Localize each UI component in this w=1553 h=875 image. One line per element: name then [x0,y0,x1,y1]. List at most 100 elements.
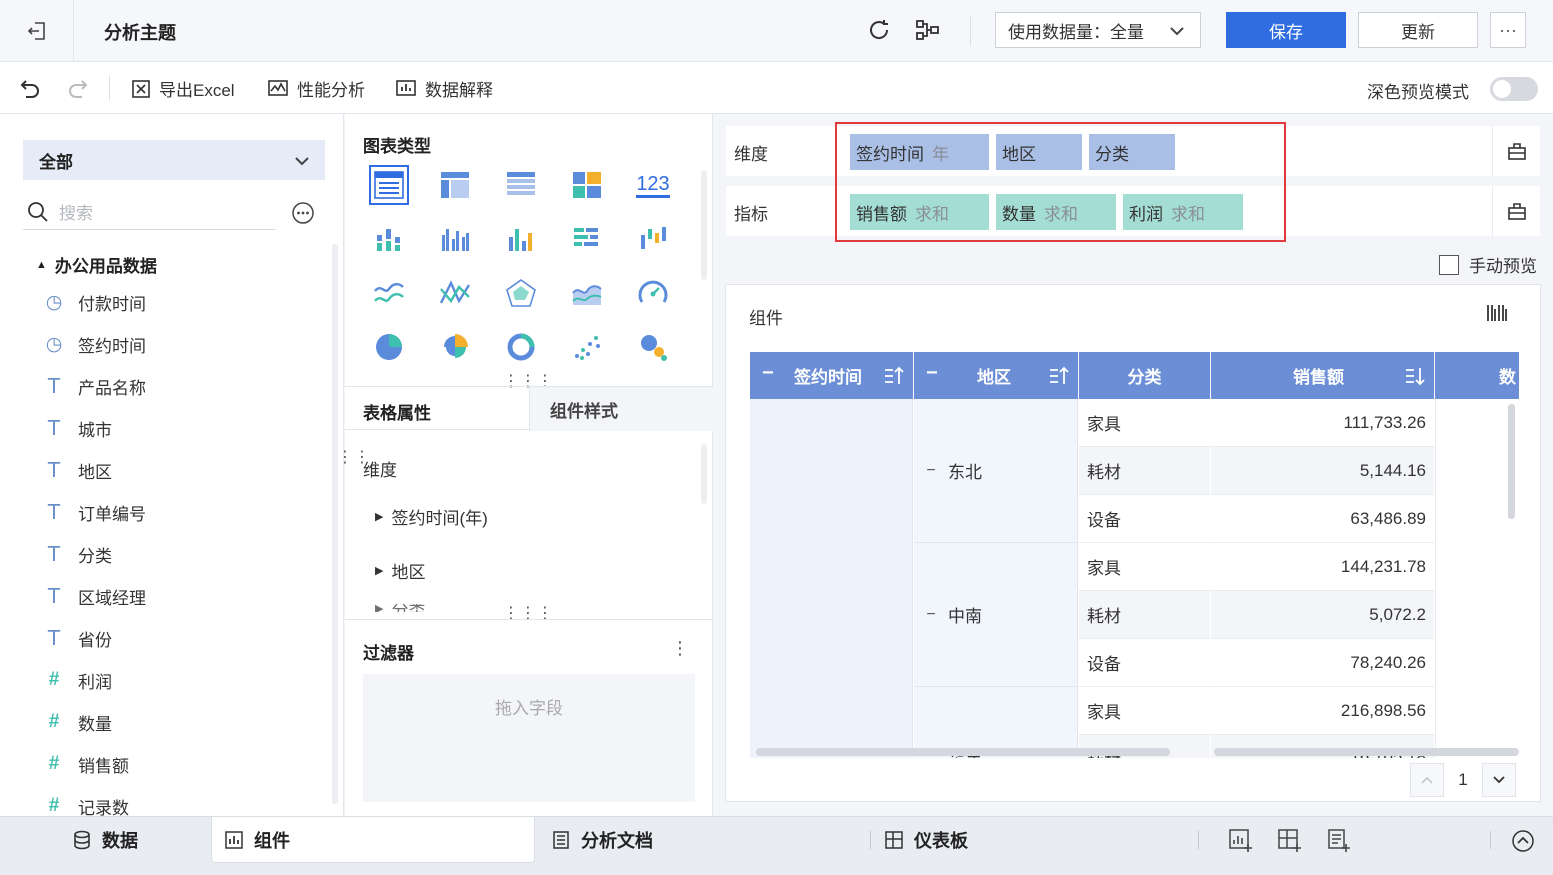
header-region[interactable]: − 地区 [914,352,1078,399]
sales-cell: 78,240.26 [1211,639,1434,687]
shelf-settings-icon [1507,143,1526,160]
add-document-icon[interactable] [1326,828,1352,859]
dimension-item[interactable]: ▶ 分类 [375,604,425,612]
detail-table-icon[interactable] [501,165,541,205]
sort-icon[interactable] [883,366,905,386]
horizontal-scrollbar[interactable] [756,748,1170,756]
save-button[interactable]: 保存 [1226,12,1346,48]
field-item[interactable]: # 利润 [44,665,112,695]
pivot-table-icon[interactable] [435,165,475,205]
gauge-chart-icon[interactable] [633,273,673,313]
field-item[interactable]: # 记录数 [44,791,129,816]
kpi-number-icon[interactable]: 123 [633,165,673,205]
header-sign-time[interactable]: − 签约时间 [750,352,913,399]
scrollbar[interactable] [332,244,338,804]
scrollbar[interactable] [701,444,707,504]
redo-button[interactable] [66,76,90,100]
sort-icon[interactable] [1404,366,1426,386]
drag-handle[interactable]: ⋮⋮⋮ [503,606,554,622]
filter-menu-icon[interactable]: ⋮ [671,638,689,659]
more-button[interactable]: ··· [1490,12,1526,48]
rose-chart-icon[interactable] [435,327,475,367]
region-cell[interactable]: − 中南 [914,543,1078,687]
metric-shelf-action[interactable] [1492,186,1540,236]
tab-dashboard[interactable]: 仪表板 [884,817,968,863]
tab-table-properties[interactable]: 表格属性 [363,399,431,424]
tab-analysis-doc[interactable]: 分析文档 [551,817,653,863]
horizontal-scrollbar[interactable] [1214,748,1519,756]
tile-chart-icon[interactable] [567,165,607,205]
bar-chart-icon[interactable] [501,219,541,259]
line-chart-icon[interactable] [369,273,409,313]
donut-chart-icon[interactable] [501,327,541,367]
page-down-button[interactable] [1482,763,1516,797]
barcode-icon[interactable] [1486,303,1508,328]
scatter-chart-icon[interactable] [567,327,607,367]
dimension-shelf-action[interactable] [1492,126,1540,176]
dataset-node[interactable]: ▲ 办公用品数据 [36,252,157,277]
area-chart-icon[interactable] [567,273,607,313]
more-options-icon[interactable] [291,201,315,230]
collapse-up-icon[interactable] [1511,829,1535,858]
data-explain-button[interactable]: 数据解释 [395,76,493,101]
field-item[interactable]: ◷ 付款时间 [44,287,146,317]
relation-icon[interactable] [914,17,942,48]
field-item[interactable]: T 分类 [44,539,112,569]
add-dashboard-icon[interactable] [1277,828,1303,859]
collapse-icon[interactable]: − [926,362,938,385]
field-item[interactable]: ◷ 签约时间 [44,329,146,359]
dimension-item[interactable]: ▶ 签约时间(年) [375,504,488,529]
region-cell[interactable]: − 东北 [914,399,1078,543]
waterfall-chart-icon[interactable] [633,219,673,259]
manual-preview-checkbox[interactable]: 手动预览 [1439,252,1537,277]
tab-analysis-doc-label: 分析文档 [581,831,653,851]
radar-chart-icon[interactable] [501,273,541,313]
header-category[interactable]: 分类 [1079,352,1210,399]
field-item[interactable]: T 城市 [44,413,112,443]
collapse-icon[interactable]: − [924,606,938,623]
collapse-icon[interactable]: − [762,362,774,385]
scrollbar[interactable] [701,170,707,280]
table-chart-icon[interactable] [369,165,409,205]
checkbox[interactable] [1439,254,1459,275]
grouped-bar-icon[interactable] [435,219,475,259]
dark-mode-toggle[interactable] [1490,77,1538,101]
undo-button[interactable] [18,76,42,100]
export-excel-button[interactable]: 导出Excel [131,76,235,101]
refresh-icon[interactable] [866,17,892,48]
field-item[interactable]: T 区域经理 [44,581,146,611]
pie-chart-icon[interactable] [369,327,409,367]
tab-data[interactable]: 数据 [72,817,138,863]
vertical-scrollbar[interactable] [1508,404,1515,519]
field-item[interactable]: T 产品名称 [44,371,146,401]
exit-button[interactable] [0,0,74,62]
filter-drop-zone[interactable]: 拖入字段 [363,674,695,802]
tab-component-style[interactable]: 组件样式 [529,387,713,431]
field-item[interactable]: # 销售额 [44,749,129,779]
field-item[interactable]: T 订单编号 [44,497,146,527]
horizontal-bar-icon[interactable] [567,219,607,259]
collapse-icon[interactable]: − [924,462,938,479]
performance-button[interactable]: 性能分析 [267,76,365,101]
stacked-bar-icon[interactable] [369,219,409,259]
field-item[interactable]: T 省份 [44,623,112,653]
tab-component[interactable]: 组件 [211,817,535,863]
page-up-button[interactable] [1410,763,1444,797]
sort-icon[interactable] [1048,366,1070,386]
update-button[interactable]: 更新 [1358,12,1478,48]
field-search[interactable]: 搜索 [23,194,276,230]
data-table: − 签约时间 − 地区 分类 销售额 数 − 东北 − 中南 − [750,352,1519,758]
performance-icon [268,79,288,96]
drag-handle[interactable]: ⋮⋮⋮ [503,374,554,390]
parallel-line-icon[interactable] [435,273,475,313]
field-item[interactable]: # 数量 [44,707,112,737]
header-quantity[interactable]: 数 [1435,352,1519,399]
bubble-chart-icon[interactable] [633,327,673,367]
header-sales[interactable]: 销售额 [1211,352,1434,399]
field-name: 省份 [78,630,112,650]
data-usage-select[interactable]: 使用数据量：全量 [995,12,1201,48]
field-item[interactable]: T 地区 [44,455,112,485]
dimension-item[interactable]: ▶ 地区 [375,558,425,583]
add-component-icon[interactable] [1228,828,1254,859]
scope-select[interactable]: 全部 [23,140,325,180]
